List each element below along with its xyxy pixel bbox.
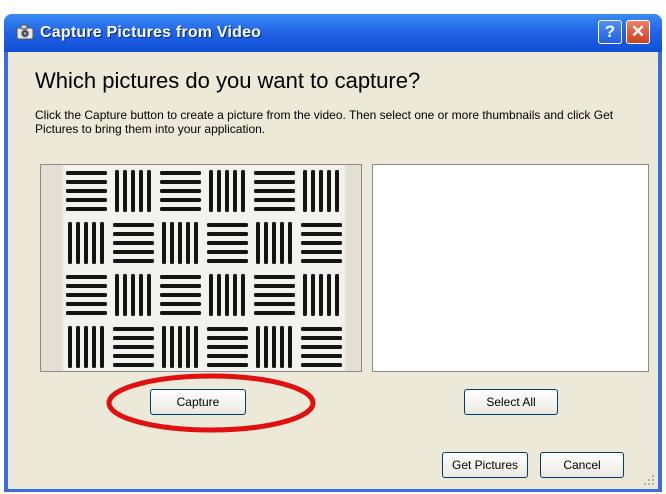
dialog-heading: Which pictures do you want to capture? [35, 68, 421, 93]
close-button[interactable]: ✕ [626, 20, 650, 44]
title-bar[interactable]: Capture Pictures from Video ? ✕ [4, 14, 662, 52]
capture-button[interactable]: Capture [150, 389, 246, 415]
capture-dialog-window: Capture Pictures from Video ? ✕ Which pi… [4, 14, 662, 492]
resize-grip-icon[interactable] [643, 474, 655, 486]
dialog-client-area: Which pictures do you want to capture? C… [8, 52, 658, 489]
desktop-background [0, 0, 666, 12]
video-frame-image [63, 165, 345, 371]
video-preview [40, 164, 362, 372]
help-button[interactable]: ? [598, 20, 622, 44]
cancel-button[interactable]: Cancel [540, 452, 624, 478]
thumbnail-list[interactable] [372, 164, 649, 372]
get-pictures-button[interactable]: Get Pictures [442, 452, 528, 478]
window-title: Capture Pictures from Video [40, 24, 262, 41]
instructions-text: Click the Capture button to create a pic… [35, 108, 614, 136]
select-all-button[interactable]: Select All [464, 389, 558, 415]
camera-icon [16, 24, 34, 40]
